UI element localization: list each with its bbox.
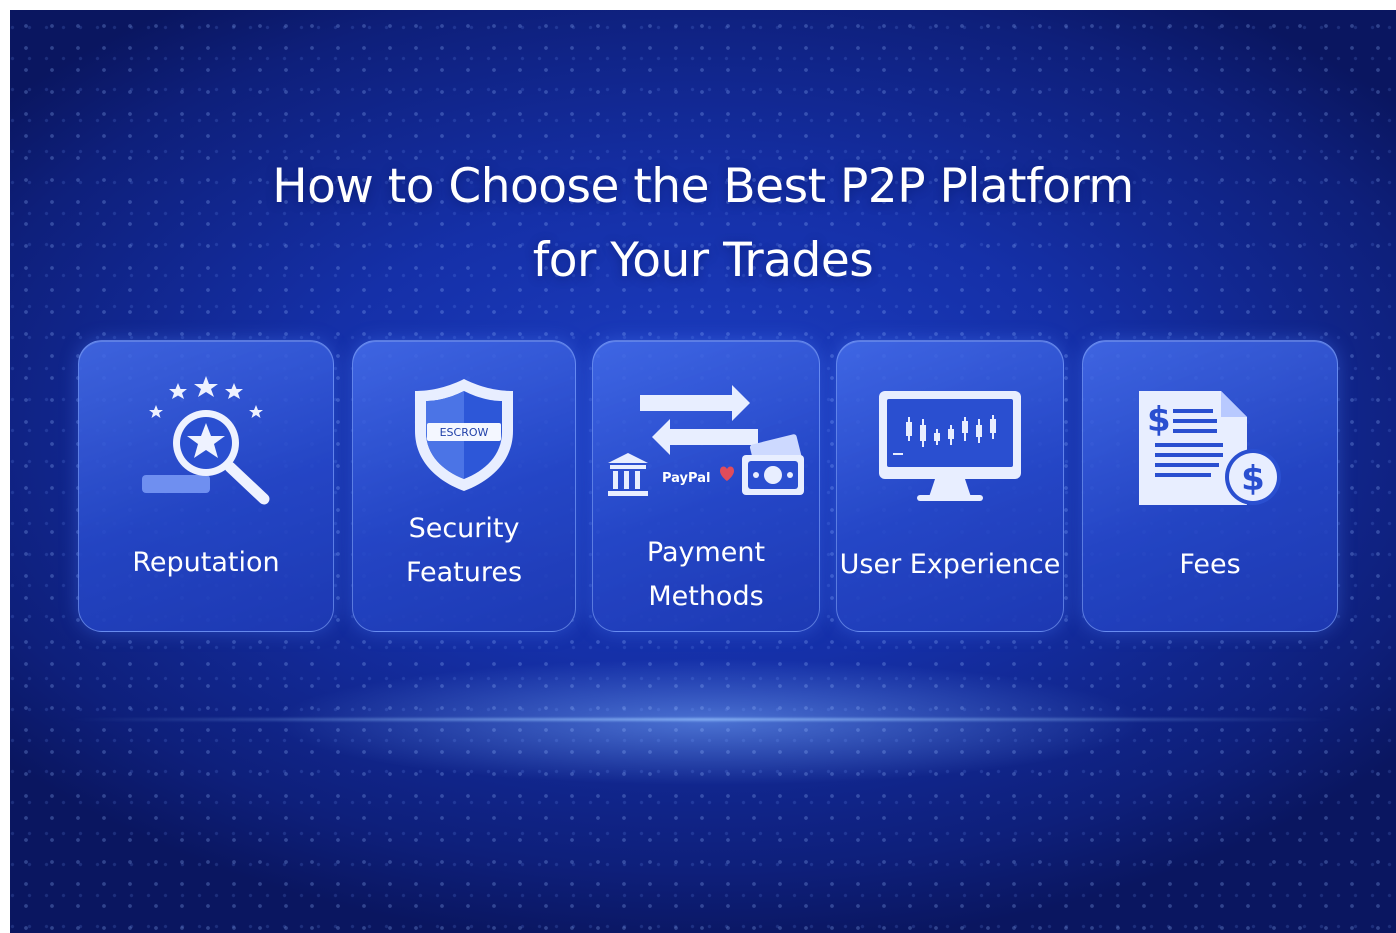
page-title: How to Choose the Best P2P Platform for … [10,150,1396,298]
paypal-logo: PayPal [662,471,710,486]
card-label: Fees [1179,549,1241,580]
card-payment-methods: PayPal Payment Methods [592,340,820,632]
title-line-1: How to Choose the Best P2P Platform [272,159,1134,214]
card-label: Reputation [132,547,280,578]
escrow-badge-text: ESCROW [440,426,489,439]
card-user-experience: User Experience [836,340,1064,632]
monitor-chart-icon [879,391,1021,501]
card-fees: $ $ Fees [1082,340,1338,632]
bank-icon [608,453,648,496]
title-line-2: for Your Trades [532,233,874,288]
card-label: User Experience [839,549,1061,580]
payment-exchange-icon: PayPal [608,385,804,496]
star-magnifier-icon [142,376,270,505]
banner: How to Choose the Best P2P Platform for … [10,10,1396,933]
svg-text:$: $ [1147,400,1171,440]
invoice-dollar-icon: $ $ [1139,391,1281,505]
card-label: Payment Methods [646,537,766,612]
svg-text:$: $ [1241,459,1265,499]
card-security-features: ESCROW Security Features [352,340,576,632]
heart-icon [720,466,734,481]
card-reputation: Reputation [78,340,334,632]
card-label: Security Features [405,513,523,588]
shield-icon: ESCROW [415,379,513,491]
